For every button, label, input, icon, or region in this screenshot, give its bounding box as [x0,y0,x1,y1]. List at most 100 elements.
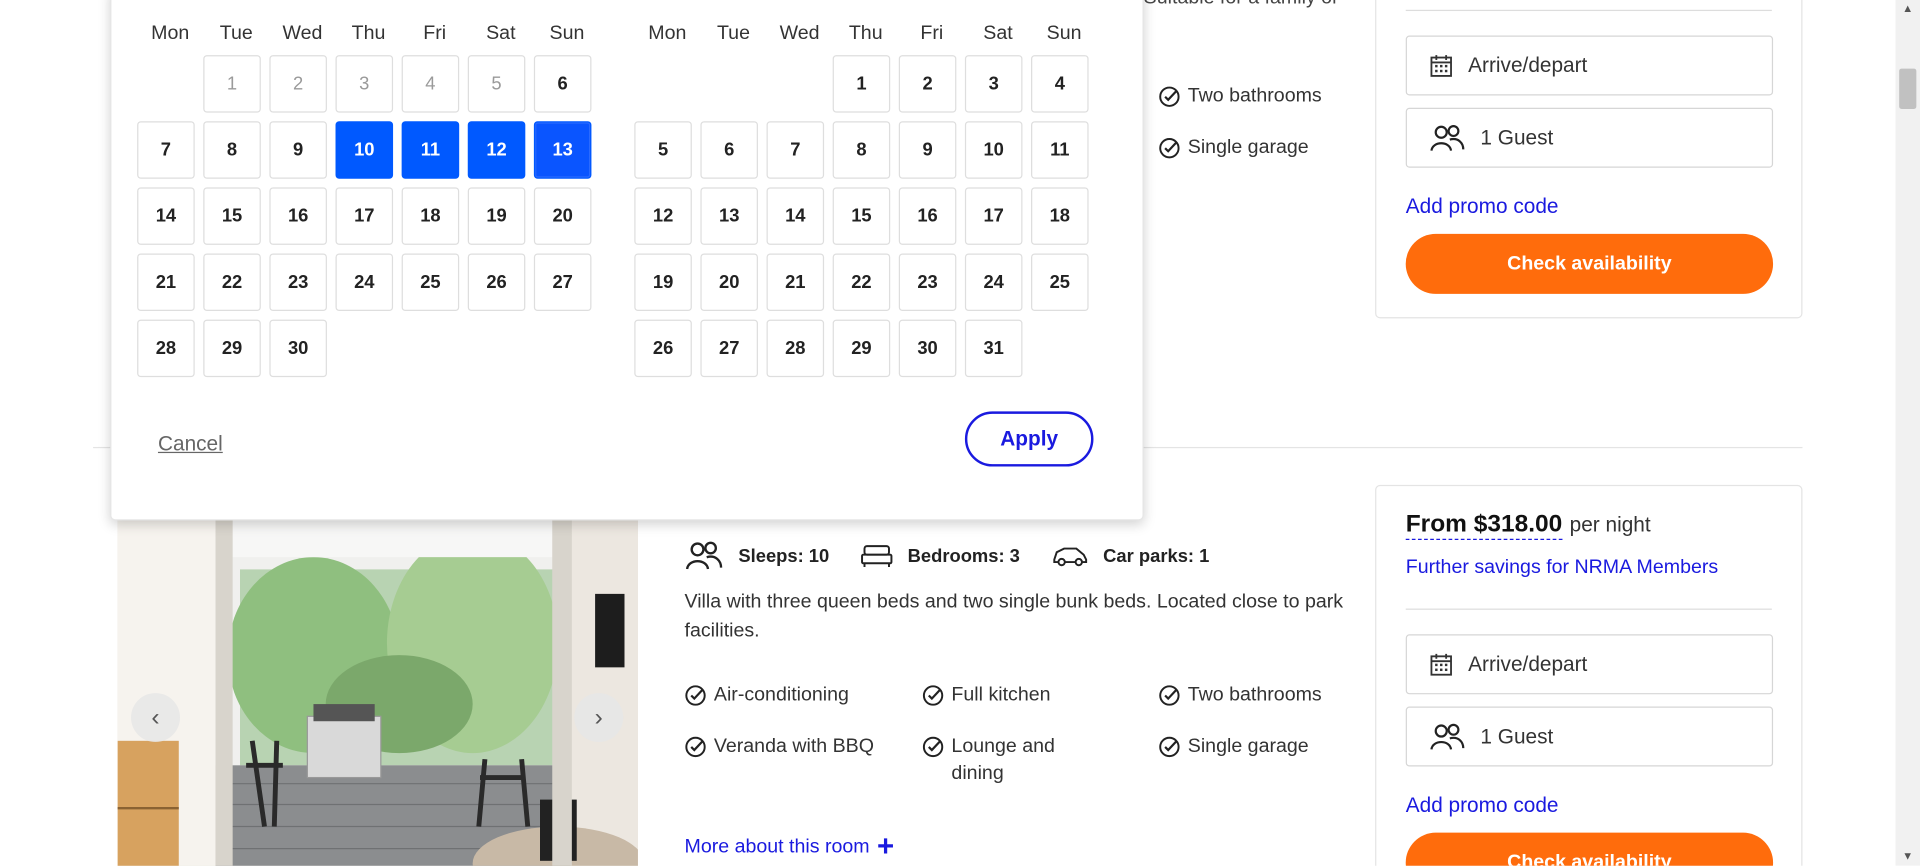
weekday-header: Mon Tue Wed Thu Fri Sat Sun [137,23,600,45]
arrive-depart-field[interactable]: Arrive/depart [1405,634,1774,695]
check-availability-button[interactable]: Check availability [1405,233,1774,294]
stat-sleeps: Sleeps: 10 [684,540,829,572]
calendar-day[interactable]: 17 [964,187,1023,245]
calendar-day[interactable]: 9 [269,121,327,179]
check-circle-icon [922,736,944,758]
amenity-item: Single garage [1158,135,1309,162]
calendar-day[interactable]: 15 [203,187,261,245]
calendar-day[interactable]: 18 [1031,187,1089,245]
carousel-prev-button[interactable]: ‹ [131,693,181,743]
calendar-day[interactable]: 29 [832,319,891,378]
weekday-label: Mon [151,23,190,45]
calendar-empty-cell [137,55,195,113]
calendar-day[interactable]: 20 [700,253,758,312]
calendar-day[interactable]: 24 [335,253,394,312]
calendar-day[interactable]: 11 [1031,121,1089,179]
calendar-day[interactable]: 22 [203,253,261,312]
add-promo-code-link[interactable]: Add promo code [1406,195,1559,219]
nrma-savings-link[interactable]: Further savings for NRMA Members [1406,557,1718,579]
stat-sleeps-label: Sleeps: 10 [738,545,830,567]
price[interactable]: From $318.00 [1405,511,1563,541]
calendar-day[interactable]: 4 [1031,55,1089,113]
calendar-day[interactable]: 28 [766,319,825,378]
calendar-day[interactable]: 13 [533,121,592,179]
calendar-day[interactable]: 15 [832,187,891,245]
bed-icon [861,545,893,567]
people-icon [1430,723,1465,750]
calendar-day[interactable]: 24 [964,253,1023,312]
scrollbar[interactable]: ▲ ▼ [1895,0,1920,866]
calendar-day: 5 [467,55,526,113]
calendar-day[interactable]: 25 [1031,253,1089,312]
scroll-thumb[interactable] [1899,68,1917,109]
calendar-day[interactable]: 5 [634,121,692,179]
calendar-empty-cell [634,55,692,113]
calendar-day[interactable]: 10 [335,121,394,179]
calendar-day[interactable]: 20 [533,187,592,245]
carousel-next-button[interactable]: › [574,693,624,743]
check-availability-button[interactable]: Check availability [1405,832,1774,866]
arrive-depart-field[interactable]: Arrive/depart [1405,35,1774,96]
arrive-depart-label: Arrive/depart [1468,652,1588,676]
calendar-day[interactable]: 12 [467,121,526,179]
calendar-day[interactable]: 26 [467,253,526,312]
calendar-day[interactable]: 21 [137,253,195,312]
scroll-up-icon[interactable]: ▲ [1896,0,1920,18]
calendar-day[interactable]: 27 [700,319,758,378]
calendar-day[interactable]: 29 [203,319,261,378]
room-photo-image [117,520,638,866]
calendar-day[interactable]: 7 [766,121,825,179]
calendar-day[interactable]: 16 [269,187,327,245]
calendar-day[interactable]: 30 [269,319,327,378]
calendar-day[interactable]: 12 [634,187,692,245]
calendar-day[interactable]: 19 [634,253,692,312]
calendar-day[interactable]: 14 [137,187,195,245]
calendar-day[interactable]: 30 [898,319,957,378]
amenity-item: Full kitchen [922,682,1051,709]
guests-field[interactable]: 1 Guest [1405,706,1774,767]
calendar-day[interactable]: 9 [898,121,957,179]
stat-bedrooms-label: Bedrooms: 3 [907,545,1020,567]
stat-bedrooms: Bedrooms: 3 [861,544,1020,568]
amenity-label: Lounge and dining [951,735,1055,784]
calendar-day[interactable]: 2 [898,55,957,113]
calendar-day[interactable]: 13 [700,187,758,245]
calendar-day[interactable]: 26 [634,319,692,378]
calendar-day[interactable]: 14 [766,187,825,245]
calendar-day[interactable]: 22 [832,253,891,312]
add-promo-code-link[interactable]: Add promo code [1406,793,1559,817]
calendar-day[interactable]: 21 [766,253,825,312]
calendar-day[interactable]: 7 [137,121,195,179]
calendar-day[interactable]: 27 [533,253,592,312]
calendar-day[interactable]: 11 [401,121,460,179]
more-about-room-label: More about this room [684,836,870,858]
calendar-day[interactable]: 25 [401,253,460,312]
calendar-day: 3 [335,55,394,113]
scroll-down-icon[interactable]: ▼ [1896,847,1920,865]
more-about-room-link[interactable]: More about this room + [684,832,894,861]
calendar-day[interactable]: 19 [467,187,526,245]
calendar-day[interactable]: 6 [700,121,758,179]
calendar-day[interactable]: 8 [832,121,891,179]
calendar-day[interactable]: 18 [401,187,460,245]
calendar-day[interactable]: 3 [964,55,1023,113]
guests-field[interactable]: 1 Guest [1405,107,1774,168]
calendar-day[interactable]: 8 [203,121,261,179]
room-stats: Sleeps: 10 Bedrooms: 3 Car parks: 1 [684,540,1241,572]
calendar-day[interactable]: 6 [533,55,592,113]
calendar-day[interactable]: 23 [269,253,327,312]
calendar-day[interactable]: 10 [964,121,1023,179]
cancel-button[interactable]: Cancel [158,432,223,456]
amenity-item: Two bathrooms [1158,83,1322,110]
weekday-label: Sun [549,23,585,45]
calendar-day[interactable]: 17 [335,187,394,245]
calendar-day[interactable]: 31 [964,319,1023,378]
per-night-label: per night [1569,513,1651,537]
calendar-day[interactable]: 16 [898,187,957,245]
calendar-day: 1 [203,55,261,113]
apply-button[interactable]: Apply [964,411,1094,467]
stat-car-parks: Car parks: 1 [1052,545,1209,567]
calendar-day[interactable]: 23 [898,253,957,312]
calendar-day[interactable]: 28 [137,319,195,378]
calendar-day[interactable]: 1 [832,55,891,113]
